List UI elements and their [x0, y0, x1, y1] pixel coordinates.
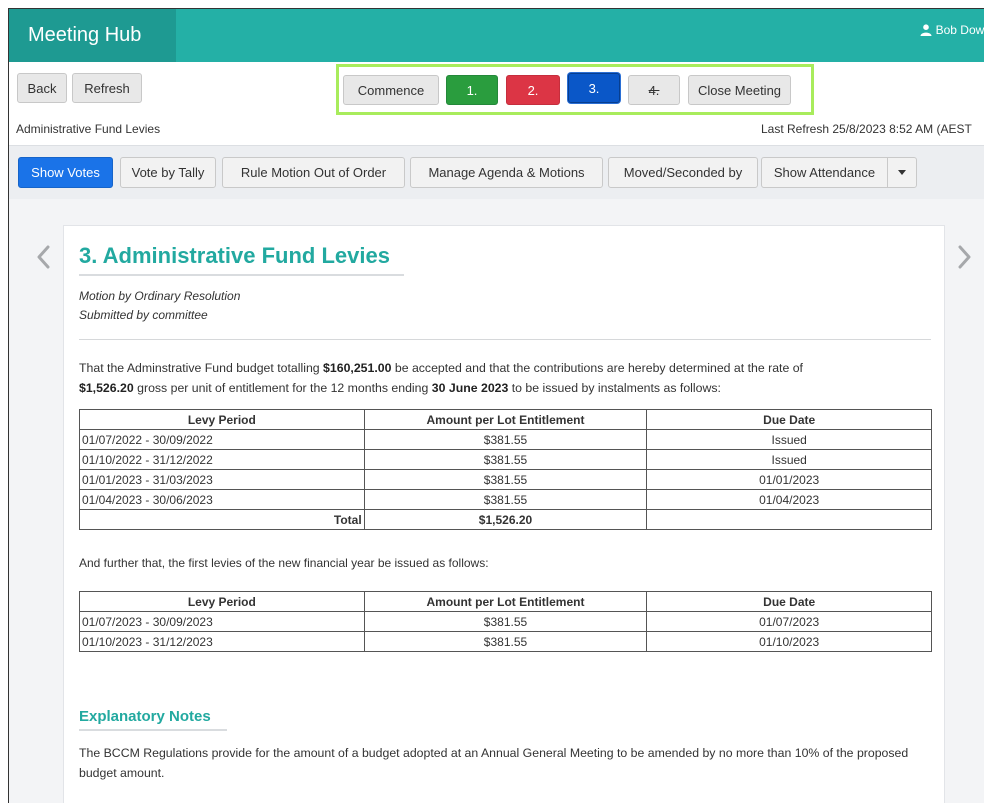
motion-type: Motion by Ordinary Resolution [79, 289, 241, 303]
total-value: $1,526.20 [363, 509, 648, 530]
end-date: 30 June 2023 [431, 381, 509, 395]
motion-text-part: to be issued by instalments as follows: [508, 381, 721, 395]
levy-period-cell: 01/04/2023 - 30/06/2023 [79, 489, 365, 510]
page-subtitle: Administrative Fund Levies [16, 122, 161, 136]
due-date-cell: 01/10/2023 [646, 631, 932, 652]
column-header: Due Date [646, 409, 932, 430]
levy-table-next: Levy Period Amount per Lot Entitlement D… [79, 591, 932, 652]
step-1-button[interactable]: 1. [446, 75, 498, 105]
user-name: Bob Down [935, 23, 984, 37]
motion-text: That the Adminstrative Fund budget total… [79, 358, 939, 398]
table-row: 01/10/2023 - 31/12/2023 $381.55 01/10/20… [79, 631, 932, 652]
motion-text-part: gross per unit of entitlement for the 12… [133, 381, 432, 395]
user-menu[interactable]: Bob Down [920, 23, 984, 37]
levy-period-cell: 01/10/2022 - 31/12/2022 [79, 449, 365, 470]
due-date-cell: 01/04/2023 [646, 489, 932, 510]
rule-motion-out-of-order-button[interactable]: Rule Motion Out of Order [222, 157, 405, 188]
show-attendance-button[interactable]: Show Attendance [761, 157, 888, 188]
notes-divider [79, 729, 227, 731]
motion-title: 3. Administrative Fund Levies [79, 243, 390, 268]
section-divider [79, 339, 931, 340]
due-date-cell: Issued [646, 429, 932, 450]
amount-cell: $381.55 [363, 489, 648, 510]
column-header: Levy Period [79, 591, 365, 612]
table-row: 01/04/2023 - 30/06/2023 $381.55 01/04/20… [79, 489, 932, 510]
caret-down-icon [898, 169, 906, 175]
top-bar: Meeting Hub Bob Down [9, 9, 984, 62]
moved-seconded-by-button[interactable]: Moved/Seconded by [608, 157, 758, 188]
due-date-cell: Issued [646, 449, 932, 470]
step-4-button[interactable]: 4. [628, 75, 680, 105]
total-empty-cell [646, 509, 932, 530]
amount-cell: $381.55 [363, 449, 648, 470]
levy-period-cell: 01/01/2023 - 31/03/2023 [79, 469, 365, 490]
step-3-button[interactable]: 3. [568, 73, 620, 103]
back-button[interactable]: Back [17, 73, 67, 103]
levy-period-cell: 01/10/2023 - 31/12/2023 [79, 631, 365, 652]
amount-cell: $381.55 [363, 611, 648, 632]
app-window: Meeting Hub Bob Down Back Refresh Commen… [8, 8, 984, 803]
explanatory-notes-heading: Explanatory Notes [79, 708, 211, 725]
table-row: 01/07/2023 - 30/09/2023 $381.55 01/07/20… [79, 611, 932, 632]
further-text: And further that, the first levies of th… [79, 556, 489, 570]
rate-amount: $1,526.20 [79, 381, 134, 395]
column-header: Amount per Lot Entitlement [363, 591, 648, 612]
amount-cell: $381.55 [363, 469, 648, 490]
step-2-button[interactable]: 2. [506, 75, 560, 105]
table-row: 01/07/2022 - 30/09/2022 $381.55 Issued [79, 429, 932, 450]
motion-card: 3. Administrative Fund Levies Motion by … [63, 225, 945, 803]
app-title[interactable]: Meeting Hub [9, 9, 176, 62]
motion-text-part: That the Adminstrative Fund budget total… [79, 361, 324, 375]
explanatory-notes-text: The BCCM Regulations provide for the amo… [79, 746, 909, 780]
table-header-row: Levy Period Amount per Lot Entitlement D… [79, 409, 932, 430]
commence-button[interactable]: Commence [343, 75, 439, 105]
title-divider [79, 274, 404, 276]
action-bar: Show Votes Vote by Tally Rule Motion Out… [9, 145, 984, 199]
table-row: 01/10/2022 - 31/12/2022 $381.55 Issued [79, 449, 932, 470]
budget-amount: $160,251.00 [323, 361, 392, 375]
column-header: Due Date [646, 591, 932, 612]
amount-cell: $381.55 [363, 631, 648, 652]
chevron-right-icon[interactable] [954, 242, 974, 272]
due-date-cell: 01/01/2023 [646, 469, 932, 490]
amount-cell: $381.55 [363, 429, 648, 450]
table-header-row: Levy Period Amount per Lot Entitlement D… [79, 591, 932, 612]
levy-period-cell: 01/07/2023 - 30/09/2023 [79, 611, 365, 632]
column-header: Levy Period [79, 409, 365, 430]
levy-table-current: Levy Period Amount per Lot Entitlement D… [79, 409, 932, 530]
table-row: 01/01/2023 - 31/03/2023 $381.55 01/01/20… [79, 469, 932, 490]
user-icon [920, 24, 932, 36]
more-actions-dropdown[interactable] [887, 157, 917, 188]
manage-agenda-motions-button[interactable]: Manage Agenda & Motions [410, 157, 603, 188]
refresh-button[interactable]: Refresh [72, 73, 142, 103]
chevron-left-icon[interactable] [34, 242, 54, 272]
last-refresh-text: Last Refresh 25/8/2023 8:52 AM (AEST [761, 122, 972, 136]
due-date-cell: 01/07/2023 [646, 611, 932, 632]
levy-period-cell: 01/07/2022 - 30/09/2022 [79, 429, 365, 450]
motion-submitted-by: Submitted by committee [79, 308, 208, 322]
total-label: Total [79, 509, 365, 530]
column-header: Amount per Lot Entitlement [363, 409, 648, 430]
total-row: Total $1,526.20 [79, 509, 932, 530]
motion-text-part: be accepted and that the contributions a… [391, 361, 803, 375]
show-votes-button[interactable]: Show Votes [18, 157, 113, 188]
vote-by-tally-button[interactable]: Vote by Tally [120, 157, 216, 188]
close-meeting-button[interactable]: Close Meeting [688, 75, 791, 105]
